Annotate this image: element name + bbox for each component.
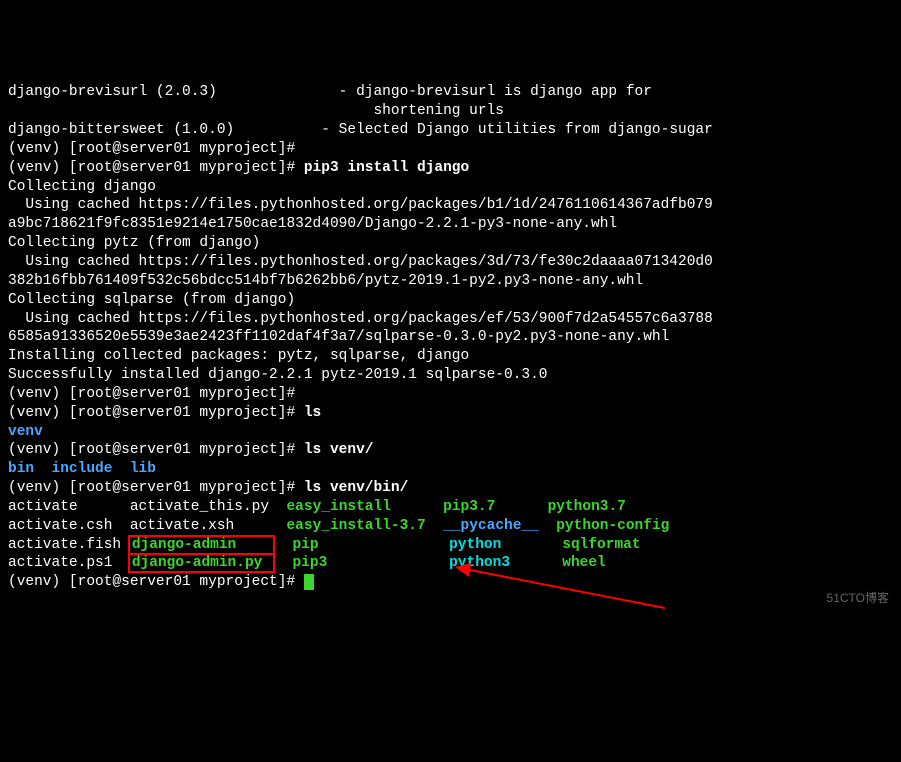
output-line: Installing collected packages: pytz, sql… <box>8 348 469 364</box>
pkg-line: django-brevisurl (2.0.3) - django-brevis… <box>8 84 652 100</box>
dir-name: bin <box>8 461 34 477</box>
ls-row: activate.csh activate.xsh easy_install-3… <box>8 518 669 534</box>
prompt-line: (venv) [root@server01 myproject]# ls <box>8 405 321 421</box>
highlight-box: django-admin <box>128 535 275 555</box>
pkg-line: django-bittersweet (1.0.0) - Selected Dj… <box>8 122 713 138</box>
ls-row: activate.fish django-admin pip python sq… <box>8 537 641 553</box>
file: pip <box>292 537 318 553</box>
dir-name: include <box>52 461 113 477</box>
prompt: (venv) [root@server01 myproject]# <box>8 480 304 496</box>
prompt: (venv) [root@server01 myproject]# <box>8 442 304 458</box>
highlight-box: django-admin.py <box>128 553 275 573</box>
dir-name: venv <box>8 424 43 440</box>
file: pip3 <box>292 555 327 571</box>
output-line: Collecting django <box>8 179 156 195</box>
file: easy_install <box>286 499 390 515</box>
dir-name: lib <box>130 461 156 477</box>
typed-command: ls venv/ <box>304 442 374 458</box>
file: activate.xsh <box>130 518 234 534</box>
output-line: Successfully installed django-2.2.1 pytz… <box>8 367 548 383</box>
link-name: python <box>449 537 501 553</box>
output-line: 382b16fbb761409f532c56bdcc514bf7b6262bb6… <box>8 273 643 289</box>
file: python3.7 <box>548 499 626 515</box>
file: activate.fish <box>8 537 121 553</box>
file: sqlformat <box>562 537 640 553</box>
file: easy_install-3.7 <box>286 518 425 534</box>
prompt-line: (venv) [root@server01 myproject]# ls ven… <box>8 480 408 496</box>
file: wheel <box>562 555 606 571</box>
prompt: (venv) [root@server01 myproject]# <box>8 160 304 176</box>
output-line: Collecting sqlparse (from django) <box>8 292 295 308</box>
dir-name: __pycache__ <box>443 518 539 534</box>
file: activate.csh <box>8 518 112 534</box>
typed-command: ls venv/bin/ <box>304 480 408 496</box>
prompt: (venv) [root@server01 myproject]# <box>8 141 295 157</box>
prompt: (venv) [root@server01 myproject]# <box>8 574 304 590</box>
file: python-config <box>556 518 669 534</box>
file: activate <box>8 499 78 515</box>
file: activate_this.py <box>130 499 269 515</box>
cursor-icon <box>304 574 314 590</box>
file: django-admin.py <box>132 555 263 571</box>
pkg-line: shortening urls <box>8 103 504 119</box>
file: django-admin <box>132 537 236 553</box>
prompt-line[interactable]: (venv) [root@server01 myproject]# <box>8 574 314 590</box>
ls-row: activate activate_this.py easy_install p… <box>8 499 626 515</box>
output-line: Collecting pytz (from django) <box>8 235 260 251</box>
typed-command: pip3 install django <box>304 160 469 176</box>
file: pip3.7 <box>443 499 495 515</box>
ls-output: bin include lib <box>8 461 156 477</box>
output-line: Using cached https://files.pythonhosted.… <box>8 254 713 270</box>
output-line: 6585a91336520e5539e3ae2423ff1102daf4f3a7… <box>8 329 669 345</box>
file: activate.ps1 <box>8 555 112 571</box>
prompt-line: (venv) [root@server01 myproject]# ls ven… <box>8 442 373 458</box>
watermark-text: 51CTO博客 <box>827 591 889 607</box>
prompt: (venv) [root@server01 myproject]# <box>8 405 304 421</box>
ls-row: activate.ps1 django-admin.py pip3 python… <box>8 555 606 571</box>
typed-command: ls <box>304 405 321 421</box>
prompt: (venv) [root@server01 myproject]# <box>8 386 295 402</box>
output-line: Using cached https://files.pythonhosted.… <box>8 311 713 327</box>
terminal-output: django-brevisurl (2.0.3) - django-brevis… <box>8 83 893 592</box>
link-name: python3 <box>449 555 510 571</box>
output-line: Using cached https://files.pythonhosted.… <box>8 197 713 213</box>
prompt-line: (venv) [root@server01 myproject]# pip3 i… <box>8 160 469 176</box>
output-line: a9bc718621f9fc8351e9214e1750cae1832d4090… <box>8 216 617 232</box>
